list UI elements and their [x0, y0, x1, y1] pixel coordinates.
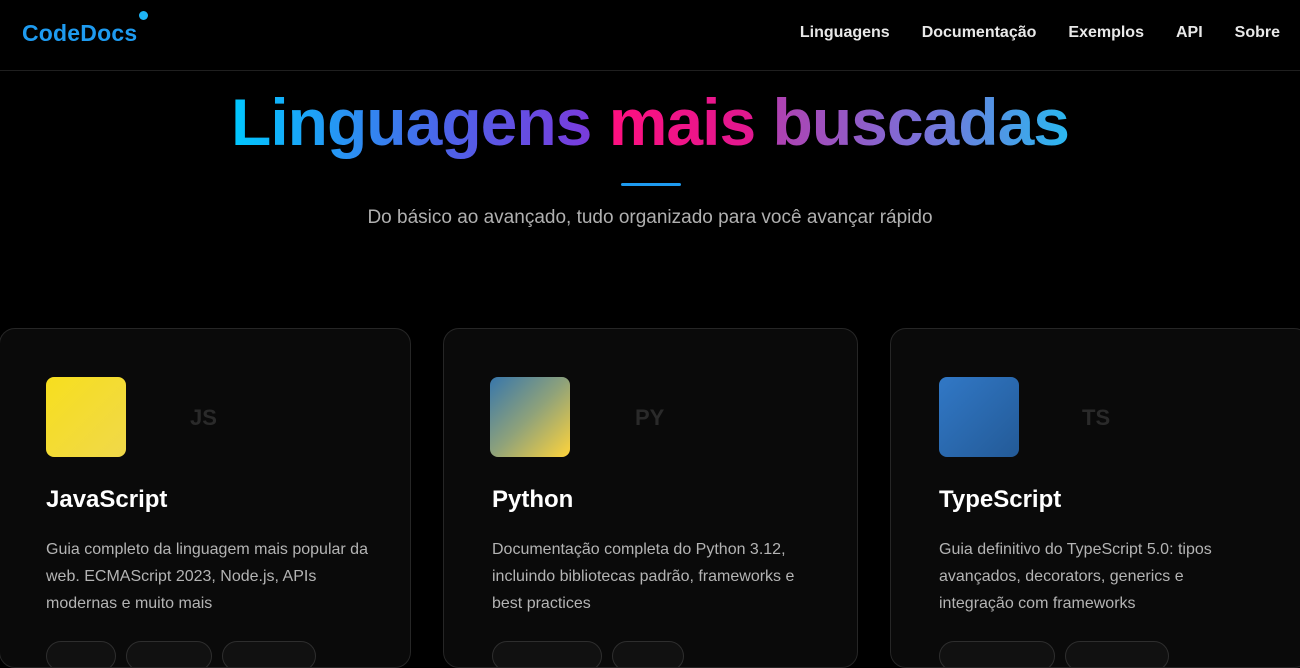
card-code: TS: [1082, 405, 1111, 430]
card-title: JavaScript: [46, 486, 168, 513]
brand-logo[interactable]: CodeDocs: [22, 20, 137, 47]
nav-links: Linguagens Documentação Exemplos API Sob…: [800, 24, 1280, 42]
hero-title-part3: buscadas: [772, 85, 1070, 159]
hero-title: Linguagens mais buscadas: [0, 84, 1300, 160]
nav-link-api[interactable]: API: [1176, 24, 1203, 42]
nav-link-exemplos[interactable]: Exemplos: [1068, 24, 1144, 42]
tag-chip[interactable]: [46, 641, 116, 667]
tag-chip[interactable]: [126, 641, 212, 667]
logo-dot-icon: [139, 11, 148, 20]
hero-subtitle: Do básico ao avançado, tudo organizado p…: [367, 207, 933, 228]
navbar: CodeDocs Linguagens Documentação Exemplo…: [0, 0, 1300, 71]
typescript-logo-icon: [939, 377, 1019, 457]
card-description: Documentação completa do Python 3.12, in…: [492, 541, 795, 612]
python-logo-icon: [490, 377, 570, 457]
hero-title-part2: mais: [608, 85, 756, 159]
hero-divider: [621, 183, 681, 186]
card-description: Guia completo da linguagem mais popular …: [46, 541, 368, 612]
nav-link-linguagens[interactable]: Linguagens: [800, 24, 890, 42]
javascript-logo-icon: [46, 377, 126, 457]
card-tags: [939, 641, 1169, 667]
language-card-typescript[interactable]: TS TypeScript Guia definitivo do TypeScr…: [890, 328, 1300, 668]
nav-link-documentacao[interactable]: Documentação: [922, 24, 1037, 42]
card-title: Python: [492, 486, 574, 513]
tag-chip[interactable]: [222, 641, 316, 667]
tag-chip[interactable]: [1065, 641, 1169, 667]
card-code: JS: [190, 405, 217, 430]
tag-chip[interactable]: [939, 641, 1055, 667]
tag-chip[interactable]: [492, 641, 602, 667]
card-description: Guia definitivo do TypeScript 5.0: tipos…: [939, 541, 1212, 612]
language-card-python[interactable]: PY Python Documentação completa do Pytho…: [443, 328, 858, 668]
card-tags: [492, 641, 684, 667]
card-code: PY: [635, 405, 665, 430]
hero-title-part1: Linguagens: [231, 85, 592, 159]
nav-link-sobre[interactable]: Sobre: [1235, 24, 1280, 42]
tag-chip[interactable]: [612, 641, 684, 667]
language-card-javascript[interactable]: JS JavaScript Guia completo da linguagem…: [0, 328, 411, 668]
card-title: TypeScript: [939, 486, 1062, 513]
card-tags: [46, 641, 316, 667]
